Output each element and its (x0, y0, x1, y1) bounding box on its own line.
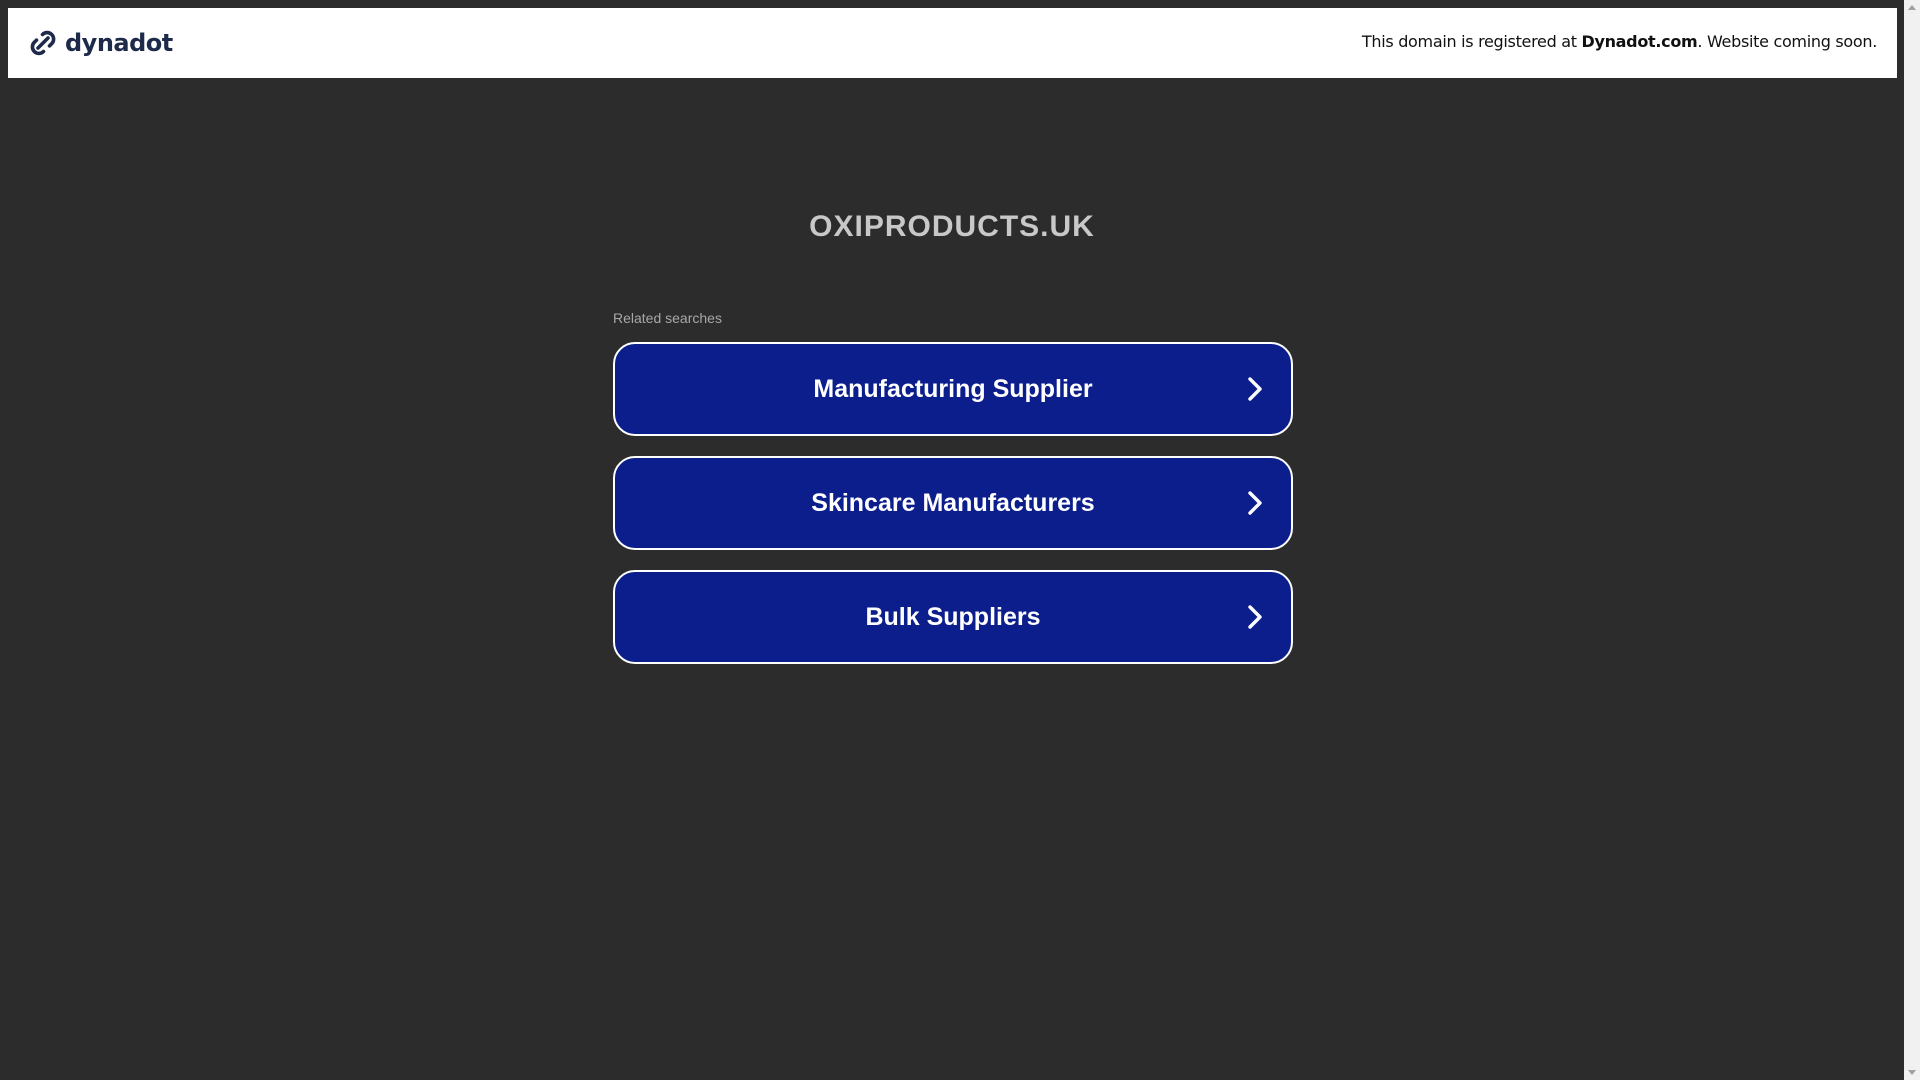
scroll-down-arrow-icon[interactable] (1908, 1070, 1916, 1075)
search-button-manufacturing-supplier[interactable]: Manufacturing Supplier (613, 342, 1293, 436)
notice-brand: Dynadot.com (1581, 32, 1698, 51)
registration-notice: This domain is registered at Dynadot.com… (1362, 32, 1877, 51)
page: dynadot This domain is registered at Dyn… (0, 0, 1904, 1080)
domain-title: OXIPRODUCTS.UK (809, 210, 1095, 243)
related-searches-label: Related searches (613, 310, 722, 326)
search-button-bulk-suppliers[interactable]: Bulk Suppliers (613, 570, 1293, 664)
chevron-right-icon (1248, 491, 1262, 515)
search-button-label: Skincare Manufacturers (811, 489, 1095, 517)
notice-suffix: . Website coming soon. (1697, 32, 1877, 51)
logo-text: dynadot (65, 29, 173, 57)
top-bar: dynadot This domain is registered at Dyn… (8, 8, 1897, 78)
notice-prefix: This domain is registered at (1361, 32, 1582, 51)
dynadot-link-icon (30, 30, 56, 56)
search-button-skincare-manufacturers[interactable]: Skincare Manufacturers (613, 456, 1293, 550)
chevron-right-icon (1248, 377, 1262, 401)
search-button-label: Bulk Suppliers (865, 603, 1041, 631)
vertical-scrollbar[interactable] (1904, 0, 1920, 1080)
search-button-label: Manufacturing Supplier (813, 375, 1093, 403)
scroll-up-arrow-icon[interactable] (1908, 5, 1916, 10)
dynadot-logo[interactable]: dynadot (27, 26, 173, 60)
chevron-right-icon (1248, 605, 1262, 629)
